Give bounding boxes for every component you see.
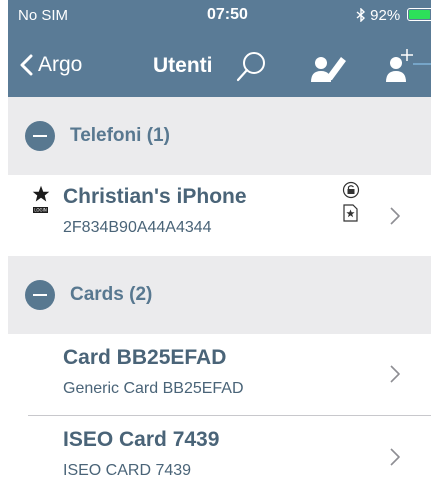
item-name: ISEO Card 7439: [63, 428, 220, 451]
section-header-cards: Cards (2): [8, 256, 431, 334]
status-right: 92%: [356, 7, 431, 24]
item-subtitle: 2F834B90A44A4344: [63, 219, 212, 236]
star-icon: [32, 185, 50, 202]
section-title: Telefoni (1): [70, 125, 170, 146]
chevron-left-icon: [20, 54, 33, 76]
clock: 07:50: [207, 6, 248, 23]
item-name: Christian's iPhone: [63, 185, 247, 208]
battery-percent: 92%: [370, 7, 401, 24]
list-item-card[interactable]: Card BB25EFAD Generic Card BB25EFAD: [8, 334, 431, 416]
search-icon[interactable]: [234, 49, 270, 85]
chevron-right-icon: [390, 207, 400, 225]
list-item-card[interactable]: ISEO Card 7439 ISEO CARD 7439: [8, 416, 431, 494]
bluetooth-icon: [356, 7, 366, 23]
page-title: Utenti: [153, 54, 213, 77]
user-list: Telefoni (1) LOGIN Christian's iPhone 2F…: [8, 97, 431, 494]
section-title: Cards (2): [70, 284, 153, 305]
collapse-icon[interactable]: [25, 280, 55, 310]
chevron-right-icon: [390, 448, 400, 466]
carrier-label: No SIM: [18, 7, 69, 24]
user-add-icon[interactable]: [384, 44, 431, 84]
top-bar: No SIM 07:50 92% Argo Utenti: [8, 0, 431, 97]
star-document-icon: [343, 204, 358, 222]
item-subtitle: Generic Card BB25EFAD: [63, 380, 244, 397]
back-button[interactable]: Argo: [20, 49, 82, 81]
item-subtitle: ISEO CARD 7439: [63, 462, 192, 479]
item-name: Card BB25EFAD: [63, 346, 227, 369]
chevron-right-icon: [390, 365, 400, 383]
navigation-bar: Argo Utenti: [8, 34, 431, 97]
section-header-phones: Telefoni (1): [8, 97, 431, 175]
status-bar: No SIM 07:50 92%: [8, 0, 431, 34]
login-badge-icon: LOGIN: [33, 207, 48, 213]
login-badge-label: LOGIN: [34, 208, 47, 213]
collapse-icon[interactable]: [25, 121, 55, 151]
battery-icon: [407, 8, 431, 21]
list-item-phone[interactable]: LOGIN Christian's iPhone 2F834B90A44A434…: [8, 175, 431, 256]
back-label: Argo: [38, 53, 83, 76]
battery-fill: [409, 10, 430, 19]
user-edit-icon[interactable]: [310, 50, 350, 84]
lock-icon: [342, 181, 360, 199]
